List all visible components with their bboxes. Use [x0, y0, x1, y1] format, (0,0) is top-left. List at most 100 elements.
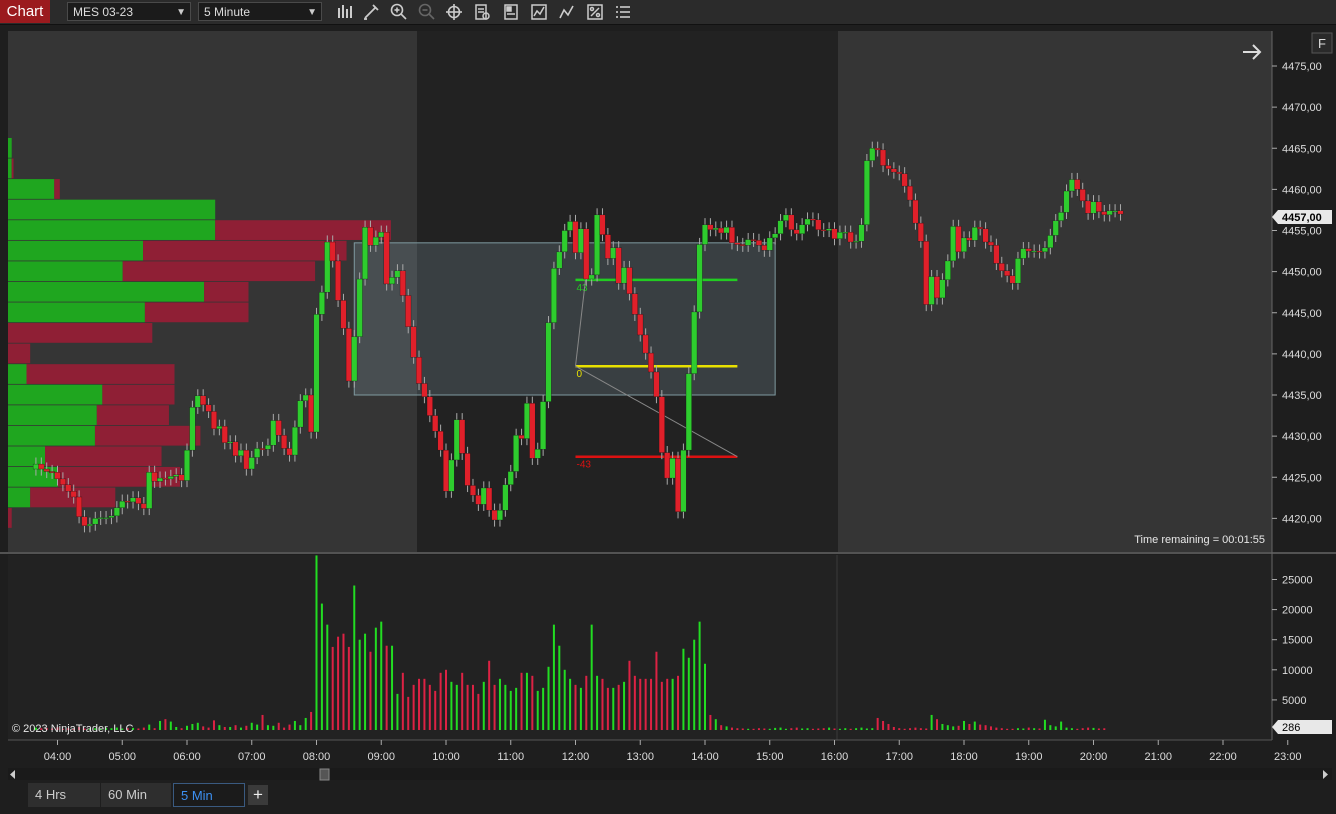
candle-body	[669, 458, 676, 479]
tab-4-hrs[interactable]: 4 Hrs	[28, 783, 100, 807]
time-tick-label: 10:00	[432, 751, 460, 763]
properties-icon[interactable]	[501, 2, 521, 22]
tab-5-min[interactable]: 5 Min	[173, 783, 245, 807]
candle-body	[971, 227, 978, 241]
profile-buy-bar	[8, 466, 58, 487]
chart-trader-icon[interactable]	[613, 2, 633, 22]
volume-bar	[504, 684, 507, 730]
volume-bar	[633, 675, 636, 730]
volume-bar	[1065, 727, 1068, 730]
candle-body	[885, 165, 892, 169]
candle-body	[32, 463, 39, 470]
candle-body	[1052, 220, 1059, 236]
candle-body	[901, 173, 908, 187]
volume-bar	[989, 726, 992, 730]
volume-bar	[876, 717, 879, 730]
horizontal-scrollbar[interactable]	[8, 768, 1332, 781]
volume-bar	[1000, 728, 1003, 730]
zoom-in-icon[interactable]	[389, 2, 409, 22]
candle-body	[108, 515, 115, 518]
volume-bar	[919, 728, 922, 730]
indicators-icon[interactable]	[557, 2, 577, 22]
candle-body	[410, 326, 417, 358]
crosshair-icon[interactable]	[444, 2, 464, 22]
profile-buy-bar	[8, 137, 12, 158]
profile-sell-bar	[8, 508, 12, 528]
price-chart[interactable]: 430-43 4475,004470,004465,004460,004455,…	[0, 25, 1336, 781]
volume-bar	[552, 624, 555, 730]
candle-body	[826, 228, 833, 231]
trade-icon[interactable]	[585, 2, 605, 22]
volume-bar	[828, 727, 831, 730]
candle-body	[912, 199, 919, 224]
candle-body	[588, 274, 595, 280]
candle-body	[637, 314, 644, 336]
price-tick-label: 4470,00	[1282, 102, 1322, 114]
volume-bar	[930, 714, 933, 730]
price-tick-label: 4430,00	[1282, 431, 1322, 443]
time-tick-label: 16:00	[821, 751, 849, 763]
time-tick-label: 14:00	[691, 751, 719, 763]
candle-body	[443, 449, 449, 492]
profile-sell-bar	[30, 487, 116, 508]
volume-bar	[229, 726, 232, 730]
time-tick-label: 23:00	[1274, 751, 1302, 763]
candle-body	[1031, 250, 1038, 253]
chart-window-tab[interactable]: Chart	[0, 0, 50, 23]
candle-body	[54, 472, 61, 480]
add-tab-button[interactable]: +	[248, 785, 268, 805]
time-tick-label: 07:00	[238, 751, 266, 763]
candle-body	[335, 260, 342, 301]
candle-body	[1090, 201, 1097, 214]
chevron-down-icon: ▼	[307, 7, 317, 18]
volume-bar	[272, 725, 275, 730]
volume-bar	[1011, 728, 1014, 730]
volume-bar	[153, 728, 156, 730]
volume-bar	[261, 714, 264, 730]
price-tick-label: 4465,00	[1282, 143, 1322, 155]
volume-bar	[207, 727, 210, 730]
candle-body	[448, 459, 455, 492]
candle-body	[540, 401, 547, 450]
volume-bar	[898, 728, 901, 730]
interval-selector[interactable]: 5 Minute ▼	[198, 2, 322, 21]
price-tick-label: 4455,00	[1282, 226, 1322, 238]
candle-body	[480, 487, 487, 505]
candle-body	[809, 218, 816, 221]
candle-body	[254, 448, 261, 458]
f-toggle-button[interactable]: F	[1311, 32, 1333, 54]
volume-bar	[488, 660, 491, 730]
volume-bar	[984, 725, 987, 730]
bar-type-icon[interactable]	[335, 2, 355, 22]
volume-bar	[720, 725, 723, 730]
candle-body	[103, 517, 110, 519]
candle-body	[1058, 212, 1065, 221]
volume-bar	[1033, 728, 1036, 730]
volume-bar	[142, 727, 145, 730]
zoom-out-icon[interactable]	[417, 2, 437, 22]
profile-buy-bar	[8, 364, 27, 384]
volume-bar	[234, 725, 237, 730]
candle-body	[615, 247, 622, 284]
scrollbar-thumb[interactable]	[319, 768, 330, 781]
volume-bar	[623, 681, 626, 730]
volume-bar	[461, 672, 464, 730]
candle-body	[923, 241, 930, 305]
candle-body	[248, 457, 255, 470]
instrument-selector[interactable]: MES 03-23 ▼	[67, 2, 191, 21]
data-box-icon[interactable]	[472, 2, 492, 22]
profile-sell-bar	[26, 364, 175, 384]
tab-60-min[interactable]: 60 Min	[101, 783, 171, 807]
candle-body	[389, 277, 395, 285]
profile-sell-bar	[122, 261, 316, 282]
candle-body	[211, 411, 217, 429]
volume-bar	[423, 678, 426, 730]
volume-bar	[774, 727, 777, 730]
volume-bar	[693, 639, 696, 730]
drawing-tool-icon[interactable]	[361, 2, 381, 22]
candle-body	[475, 495, 482, 505]
candle-body	[286, 448, 293, 456]
time-tick-label: 12:00	[562, 751, 590, 763]
candle-body	[372, 236, 379, 246]
strategies-icon[interactable]	[529, 2, 549, 22]
